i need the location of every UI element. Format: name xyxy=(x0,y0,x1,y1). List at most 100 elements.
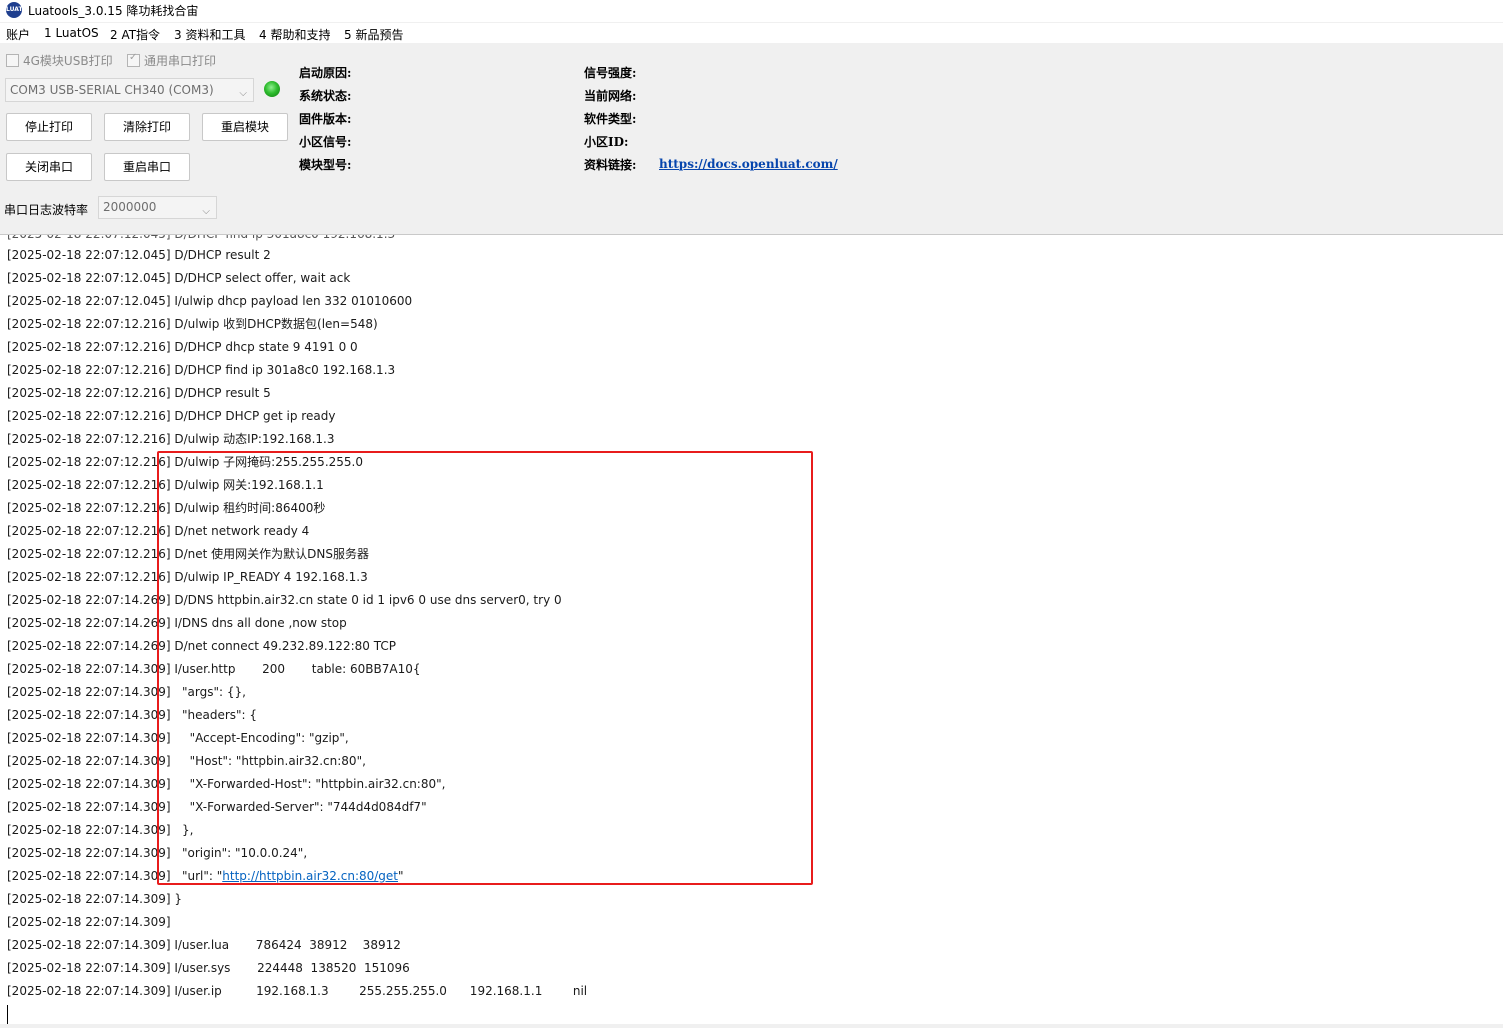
log-message: } xyxy=(170,892,182,906)
clear-print-button[interactable]: 清除打印 xyxy=(104,113,190,141)
restart-module-button[interactable]: 重启模块 xyxy=(202,113,288,141)
port-select-value: COM3 USB-SERIAL CH340 (COM3) xyxy=(10,83,214,97)
checkbox-box[interactable] xyxy=(6,54,19,67)
docs-link[interactable]: https://docs.openluat.com/ xyxy=(659,157,838,171)
port-select[interactable]: COM3 USB-SERIAL CH340 (COM3) ⌵ xyxy=(5,78,254,102)
docs-link-label: 资料链接: xyxy=(584,158,637,172)
firmware-version-label: 固件版本: xyxy=(299,112,352,126)
log-timestamp: [2025-02-18 22:07:14.309] xyxy=(7,915,171,929)
usb-print-label: 4G模块USB打印 xyxy=(23,54,113,68)
system-status-label: 系统状态: xyxy=(299,89,352,103)
log-timestamp: [2025-02-18 22:07:12.216] xyxy=(7,317,171,331)
serial-print-checkbox[interactable]: 通用串口打印 xyxy=(127,52,216,69)
log-line: [2025-02-18 22:07:14.309] xyxy=(7,911,171,934)
app-logo-icon: LUAT xyxy=(6,2,23,18)
log-timestamp: [2025-02-18 22:07:14.309] xyxy=(7,777,171,791)
menu-new-products[interactable]: 5 新品预告 xyxy=(344,26,403,43)
log-message: D/DHCP result 5 xyxy=(170,386,271,400)
log-line: [2025-02-18 22:07:14.309] I/user.sys 224… xyxy=(7,957,410,980)
log-line: [2025-02-18 22:07:12.216] D/DHCP DHCP ge… xyxy=(7,405,335,428)
log-message: I/user.lua 786424 38912 38912 xyxy=(170,938,401,952)
log-line: [2025-02-18 22:07:14.309] I/user.lua 786… xyxy=(7,934,401,957)
log-timestamp: [2025-02-18 22:07:12.216] xyxy=(7,478,171,492)
log-timestamp: [2025-02-18 22:07:14.309] xyxy=(7,800,171,814)
log-line: [2025-02-18 22:07:12.045] D/DHCP select … xyxy=(7,267,350,290)
log-timestamp: [2025-02-18 22:07:14.309] xyxy=(7,685,171,699)
log-message: D/DHCP DHCP get ip ready xyxy=(170,409,336,423)
stop-print-button[interactable]: 停止打印 xyxy=(6,113,92,141)
log-timestamp: [2025-02-18 22:07:12.216] xyxy=(7,386,171,400)
highlight-annotation-box xyxy=(157,451,813,885)
current-network-label: 当前网络: xyxy=(584,89,637,103)
log-message: D/DHCP select offer, wait ack xyxy=(170,271,351,285)
log-message: D/DHCP find ip 301a8c0 192.168.1.3 xyxy=(170,363,396,377)
log-timestamp: [2025-02-18 22:07:14.309] xyxy=(7,823,171,837)
log-line: [2025-02-18 22:07:12.216] D/DHCP result … xyxy=(7,382,271,405)
log-message: D/ulwip 收到DHCP数据包(len=548) xyxy=(170,317,378,331)
boot-reason-label: 启动原因: xyxy=(299,66,352,80)
log-line: [2025-02-18 22:07:12.216] D/ulwip 动态IP:1… xyxy=(7,428,335,451)
log-message: D/DHCP result 2 xyxy=(170,248,271,262)
log-timestamp: [2025-02-18 22:07:14.309] xyxy=(7,731,171,745)
baud-rate-select[interactable]: 2000000 ⌵ xyxy=(98,196,217,219)
log-message: D/DHCP dhcp state 9 4191 0 0 xyxy=(170,340,358,354)
log-timestamp: [2025-02-18 22:07:12.216] xyxy=(7,455,171,469)
log-timestamp: [2025-02-18 22:07:12.216] xyxy=(7,501,171,515)
log-line: [2025-02-18 22:07:14.309] I/user.ip 192.… xyxy=(7,980,587,1003)
log-line: [2025-02-18 22:07:12.216] D/ulwip 收到DHCP… xyxy=(7,313,378,336)
text-caret xyxy=(7,1005,8,1025)
log-timestamp: [2025-02-18 22:07:14.309] xyxy=(7,754,171,768)
log-line: [2025-02-18 22:07:12.045] I/ulwip dhcp p… xyxy=(7,290,412,313)
log-message: I/user.ip 192.168.1.3 255.255.255.0 192.… xyxy=(170,984,588,998)
log-timestamp: [2025-02-18 22:07:12.045] xyxy=(7,248,171,262)
chevron-down-icon[interactable]: ⌵ xyxy=(202,201,210,222)
module-model-label: 模块型号: xyxy=(299,158,352,172)
log-timestamp: [2025-02-18 22:07:12.045] xyxy=(7,271,171,285)
log-timestamp: [2025-02-18 22:07:12.045] xyxy=(7,294,171,308)
title-bar: LUAT Luatools_3.0.15 降功耗找合宙 xyxy=(0,0,1503,22)
log-timestamp: [2025-02-18 22:07:12.216] xyxy=(7,409,171,423)
window-title: Luatools_3.0.15 降功耗找合宙 xyxy=(28,4,199,18)
cell-signal-label: 小区信号: xyxy=(299,135,352,149)
checkbox-box[interactable] xyxy=(127,52,140,67)
menu-account[interactable]: 账户 xyxy=(6,26,30,43)
menu-luatos[interactable]: 1 LuatOS xyxy=(44,26,99,40)
bottom-border xyxy=(0,1024,1503,1028)
log-timestamp: [2025-02-18 22:07:14.269] xyxy=(7,639,171,653)
cell-id-label: 小区ID: xyxy=(584,135,629,149)
log-timestamp: [2025-02-18 22:07:12.216] xyxy=(7,432,171,446)
menu-resources[interactable]: 3 资料和工具 xyxy=(174,26,245,43)
log-timestamp: [2025-02-18 22:07:14.309] xyxy=(7,984,171,998)
log-timestamp: [2025-02-18 22:07:12.216] xyxy=(7,340,171,354)
log-timestamp: [2025-02-18 22:07:14.269] xyxy=(7,593,171,607)
serial-print-label: 通用串口打印 xyxy=(144,54,217,68)
log-message: D/ulwip 动态IP:192.168.1.3 xyxy=(170,432,335,446)
menu-at-commands[interactable]: 2 AT指令 xyxy=(110,26,160,43)
log-timestamp: [2025-02-18 22:07:12.216] xyxy=(7,363,171,377)
log-timestamp: [2025-02-18 22:07:14.269] xyxy=(7,616,171,630)
serial-log-output[interactable]: [2025-02-18 22:07:12.045] D/DHCP find ip… xyxy=(0,234,1503,1029)
close-port-button[interactable]: 关闭串口 xyxy=(6,153,92,181)
usb-print-checkbox[interactable]: 4G模块USB打印 xyxy=(6,52,113,69)
log-timestamp: [2025-02-18 22:07:14.309] xyxy=(7,869,171,883)
log-line: [2025-02-18 22:07:14.309] } xyxy=(7,888,182,911)
log-timestamp: [2025-02-18 22:07:14.309] xyxy=(7,662,171,676)
log-timestamp: [2025-02-18 22:07:14.309] xyxy=(7,708,171,722)
menu-help[interactable]: 4 帮助和支持 xyxy=(259,26,330,43)
signal-strength-label: 信号强度: xyxy=(584,66,637,80)
log-timestamp: [2025-02-18 22:07:14.309] xyxy=(7,961,171,975)
log-line: [2025-02-18 22:07:12.216] D/DHCP dhcp st… xyxy=(7,336,358,359)
menu-bar: 账户 1 LuatOS 2 AT指令 3 资料和工具 4 帮助和支持 5 新品预… xyxy=(0,23,1503,43)
control-panel: 4G模块USB打印 通用串口打印 COM3 USB-SERIAL CH340 (… xyxy=(0,44,1503,234)
software-type-label: 软件类型: xyxy=(584,112,637,126)
restart-port-button[interactable]: 重启串口 xyxy=(104,153,190,181)
baud-rate-label: 串口日志波特率 xyxy=(4,203,89,217)
log-message: I/ulwip dhcp payload len 332 01010600 xyxy=(170,294,413,308)
log-line: [2025-02-18 22:07:12.045] D/DHCP result … xyxy=(7,244,271,267)
log-timestamp: [2025-02-18 22:07:12.216] xyxy=(7,524,171,538)
port-status-led-icon xyxy=(264,81,280,97)
log-timestamp: [2025-02-18 22:07:14.309] xyxy=(7,938,171,952)
log-line: [2025-02-18 22:07:12.216] D/DHCP find ip… xyxy=(7,359,395,382)
baud-rate-value: 2000000 xyxy=(103,200,157,214)
chevron-down-icon[interactable]: ⌵ xyxy=(239,83,247,105)
